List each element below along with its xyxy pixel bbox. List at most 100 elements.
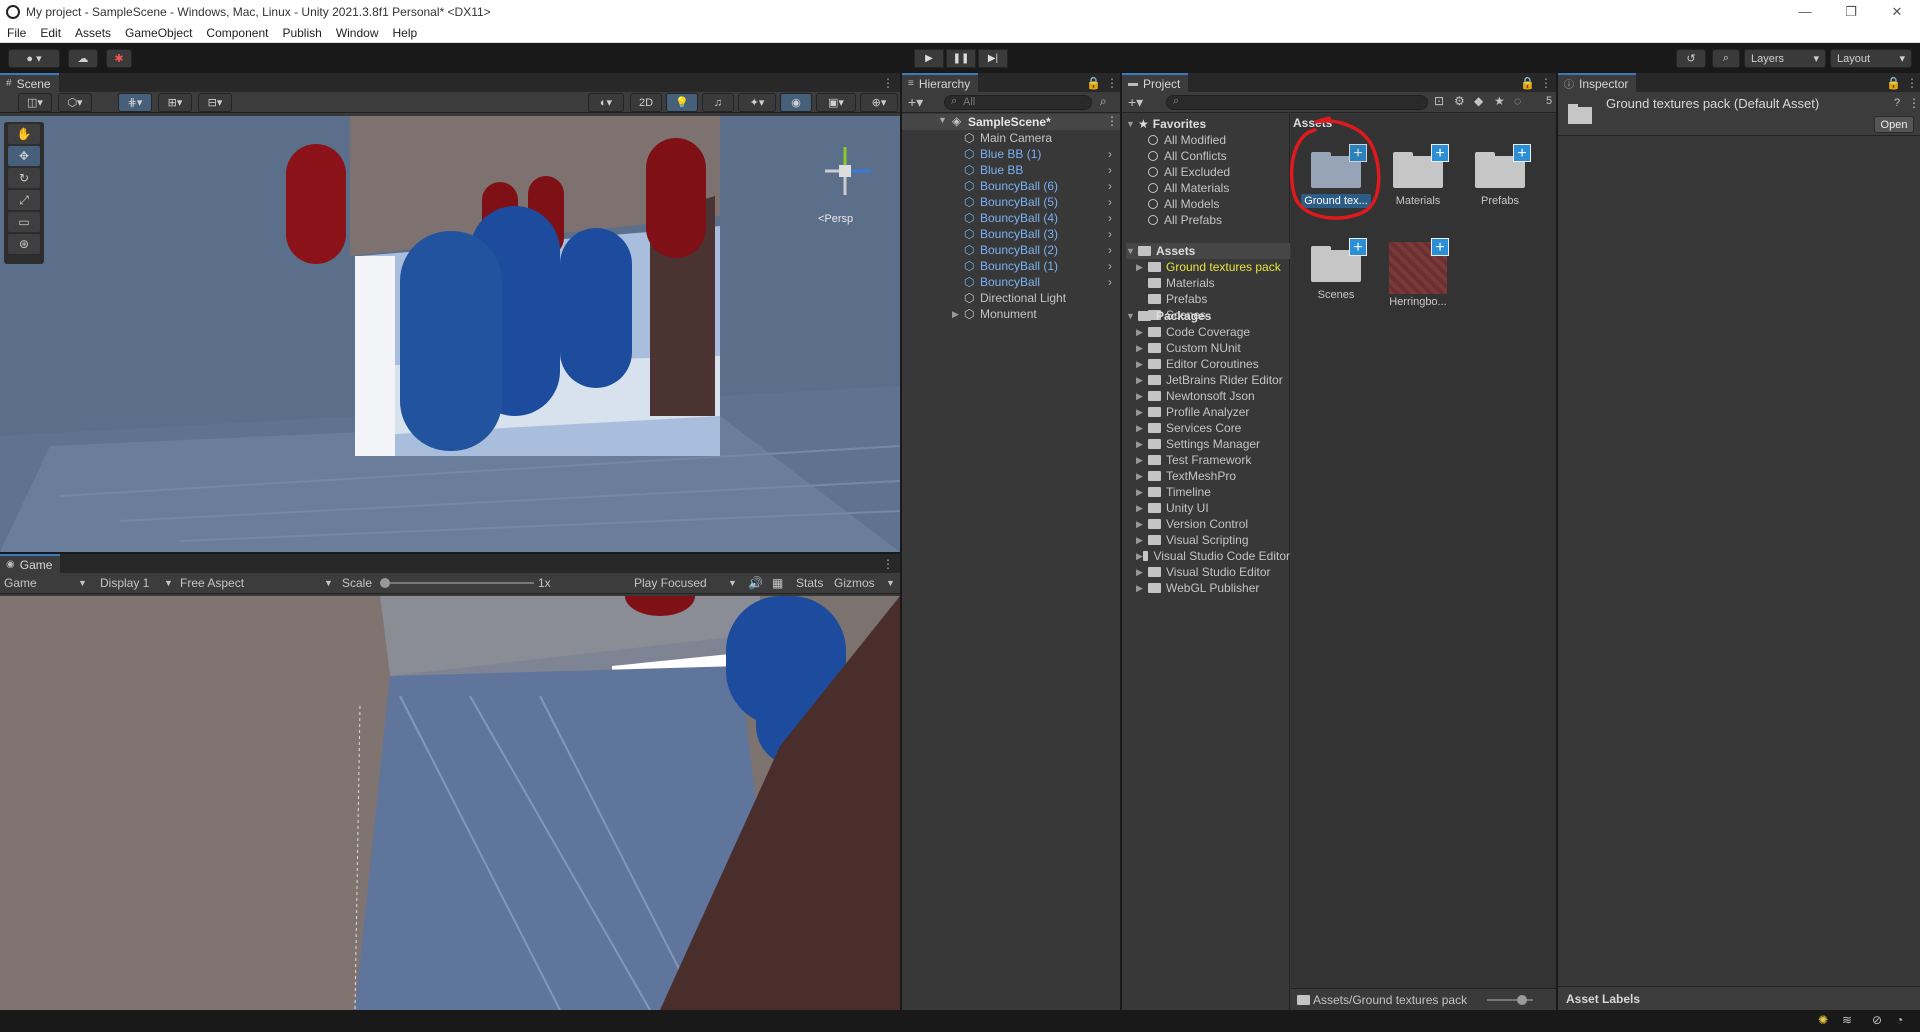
chevron-right-icon[interactable]: › [1108,163,1112,177]
packages-header[interactable]: ▼ Packages [1126,308,1211,324]
menu-help[interactable]: Help [386,26,425,40]
game-viewport[interactable] [0,596,900,1010]
lock-icon[interactable]: 🔒 [1086,76,1101,90]
scale-slider[interactable] [380,578,534,588]
camera-dropdown[interactable]: ▣▾ [816,93,856,112]
hand-tool-button[interactable]: ✋ [8,124,40,144]
layers-dropdown[interactable]: Layers ▾ [1744,49,1826,68]
menu-publish[interactable]: Publish [275,26,328,40]
search-button[interactable]: ⌕ [1712,49,1740,68]
expand-arrow-icon[interactable]: ▶ [1136,455,1148,466]
render-sphere-dropdown[interactable]: ◐▾ [588,93,624,112]
menu-assets[interactable]: Assets [68,26,118,40]
panel-menu-icon[interactable]: ⋮ [882,557,894,571]
chevron-right-icon[interactable]: › [1108,211,1112,225]
chevron-right-icon[interactable]: › [1108,179,1112,193]
package-item[interactable]: ▶ Profile Analyzer [1136,404,1290,420]
effects-dropdown[interactable]: ✦▾ [738,93,776,112]
package-item[interactable]: ▶ Visual Studio Editor [1136,564,1290,580]
expand-arrow-icon[interactable]: ▶ [1136,327,1148,338]
expand-arrow-icon[interactable]: ▼ [938,115,947,125]
hierarchy-item[interactable]: ⬡ BouncyBall (6) › [902,178,1120,194]
expand-arrow-icon[interactable]: ▶ [1136,471,1148,482]
move-tool-button[interactable]: ✥ [8,146,40,166]
package-item[interactable]: ▶ Test Framework [1136,452,1290,468]
pause-button[interactable]: ❚❚ [946,49,976,68]
hierarchy-item[interactable]: ⬡ BouncyBall (2) › [902,242,1120,258]
hierarchy-item[interactable]: ⬡ BouncyBall (4) › [902,210,1120,226]
package-item[interactable]: ▶ Unity UI [1136,500,1290,516]
menu-component[interactable]: Component [199,26,275,40]
assets-tree-item[interactable]: Prefabs [1136,291,1207,307]
hierarchy-item[interactable]: ⬡ Main Camera [902,130,1120,146]
search-by-type-icon[interactable]: ⊡ [1434,94,1444,108]
chevron-right-icon[interactable]: › [1108,147,1112,161]
expand-arrow-icon[interactable]: ▶ [1136,503,1148,514]
help-icon[interactable]: ? [1894,97,1900,109]
scene-root-row[interactable]: ▼ ◈ SampleScene* ⋮ [902,114,1120,130]
hierarchy-item[interactable]: ⬡ Blue BB (1) › [902,146,1120,162]
package-item[interactable]: ▶ Visual Studio Code Editor [1136,548,1290,564]
undo-history-button[interactable]: ↺ [1676,49,1706,68]
favorites-item[interactable]: All Conflicts [1148,148,1227,164]
play-button[interactable]: ▶ [914,49,944,68]
search-scene-icon[interactable]: ⌕ [1100,94,1107,109]
account-button[interactable]: ● ▾ [8,49,60,68]
assets-tree-item[interactable]: Materials [1136,275,1215,291]
tab-hierarchy[interactable]: ≡ Hierarchy [902,73,979,92]
scene-menu-icon[interactable]: ⋮ [1106,114,1118,128]
rect-tool-button[interactable]: ▭ [8,212,40,232]
asset-material-herringbone[interactable]: + Herringbo... [1373,238,1463,308]
progress-icon[interactable]: ◔ [1896,1013,1903,1027]
hierarchy-item[interactable]: ⬡ BouncyBall (5) › [902,194,1120,210]
aspect-dropdown[interactable]: Free Aspect [180,576,244,590]
hierarchy-item[interactable]: ▶ ⬡ Monument [902,306,1120,322]
filter-type-icon[interactable]: ⚙ [1454,94,1465,108]
chevron-right-icon[interactable]: › [1108,259,1112,273]
package-item[interactable]: ▶ Visual Scripting [1136,532,1290,548]
expand-arrow-icon[interactable]: ▶ [1136,535,1148,546]
hidden-packages-icon[interactable]: ◌ [1514,94,1521,108]
expand-arrow-icon[interactable]: ▶ [952,309,959,320]
increment-snap-dropdown[interactable]: ⊞▾ [158,93,192,112]
expand-arrow-icon[interactable]: ▶ [1136,375,1148,386]
create-plus-button[interactable]: +▾ [908,94,923,111]
gizmos-button[interactable]: Gizmos [834,576,875,590]
tab-game[interactable]: ◉ Game [0,554,61,573]
grid-snap-toggle[interactable]: ⋕▾ [118,93,152,112]
favorites-item[interactable]: All Modified [1148,132,1226,148]
lock-icon[interactable]: 🔒 [1886,76,1901,90]
panel-menu-icon[interactable]: ⋮ [882,76,894,90]
expand-arrow-icon[interactable]: ▶ [1136,262,1148,273]
stats-button[interactable]: Stats [796,576,823,590]
scale-tool-button[interactable]: ⤢ [8,190,40,210]
rotate-tool-button[interactable]: ↻ [8,168,40,188]
tab-inspector[interactable]: ⓘ Inspector [1558,73,1637,92]
chevron-right-icon[interactable]: › [1108,275,1112,289]
lighting-bake-icon[interactable]: ✺ [1818,1013,1828,1027]
hierarchy-item[interactable]: ⬡ Blue BB › [902,162,1120,178]
chevron-right-icon[interactable]: › [1108,195,1112,209]
tab-project[interactable]: ▬ Project [1122,73,1189,92]
menu-file[interactable]: File [0,26,33,40]
scene-viewport[interactable]: <Persp [0,116,900,552]
asset-folder-prefabs[interactable]: + Prefabs [1455,144,1545,207]
2d-toggle[interactable]: 2D [630,93,662,112]
expand-arrow-icon[interactable]: ▶ [1136,423,1148,434]
expand-arrow-icon[interactable]: ▶ [1136,343,1148,354]
favorites-item[interactable]: All Excluded [1148,164,1230,180]
favorites-item[interactable]: All Prefabs [1148,212,1222,228]
expand-arrow-icon[interactable]: ▶ [1136,567,1148,578]
project-search-input[interactable]: ⌕ [1166,95,1428,110]
package-item[interactable]: ▶ Custom NUnit [1136,340,1290,356]
expand-arrow-icon[interactable]: ▶ [1136,359,1148,370]
step-button[interactable]: ▶| [978,49,1008,68]
cache-server-icon[interactable]: ≋ [1842,1013,1852,1027]
play-focused-dropdown[interactable]: Play Focused [634,576,707,590]
menu-gameobject[interactable]: GameObject [118,26,199,40]
expand-arrow-icon[interactable]: ▶ [1136,583,1148,594]
menu-window[interactable]: Window [329,26,386,40]
align-dropdown[interactable]: ⊟▾ [198,93,232,112]
package-item[interactable]: ▶ Timeline [1136,484,1290,500]
draw-mode-dropdown[interactable]: ◫▾ [18,93,52,112]
